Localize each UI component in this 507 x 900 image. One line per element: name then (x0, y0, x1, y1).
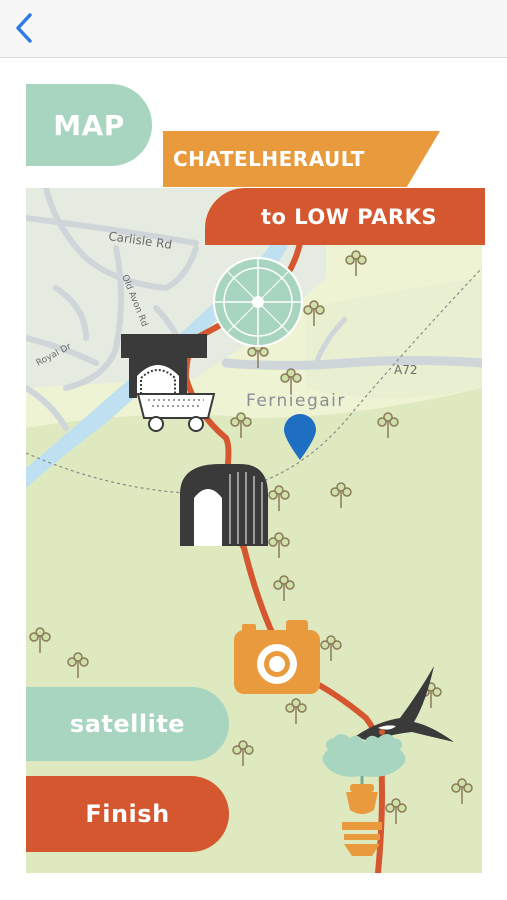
satellite-button[interactable]: satellite (26, 687, 229, 761)
place-label-ferniegair: Ferniegair (246, 391, 346, 411)
a72-road (221, 356, 482, 370)
chatelherault-garden-icon[interactable] (213, 257, 303, 347)
navigation-bar (0, 0, 507, 58)
map-canvas: Carlisle Rd Old Avon Rd Royal Dr A72 Fer… (26, 188, 482, 873)
back-button[interactable] (8, 8, 40, 48)
map-view[interactable]: Carlisle Rd Old Avon Rd Royal Dr A72 Fer… (26, 188, 482, 873)
finish-button[interactable]: Finish (26, 776, 229, 852)
tunnel-icon[interactable] (180, 464, 268, 546)
map-title-badge: MAP (26, 84, 152, 166)
chevron-left-icon (16, 13, 32, 43)
road-label-a72: A72 (394, 363, 417, 377)
route-from-banner: CHATELHERAULT (163, 131, 440, 187)
camera-icon[interactable] (234, 620, 320, 694)
route-to-banner: to LOW PARKS (205, 188, 485, 245)
